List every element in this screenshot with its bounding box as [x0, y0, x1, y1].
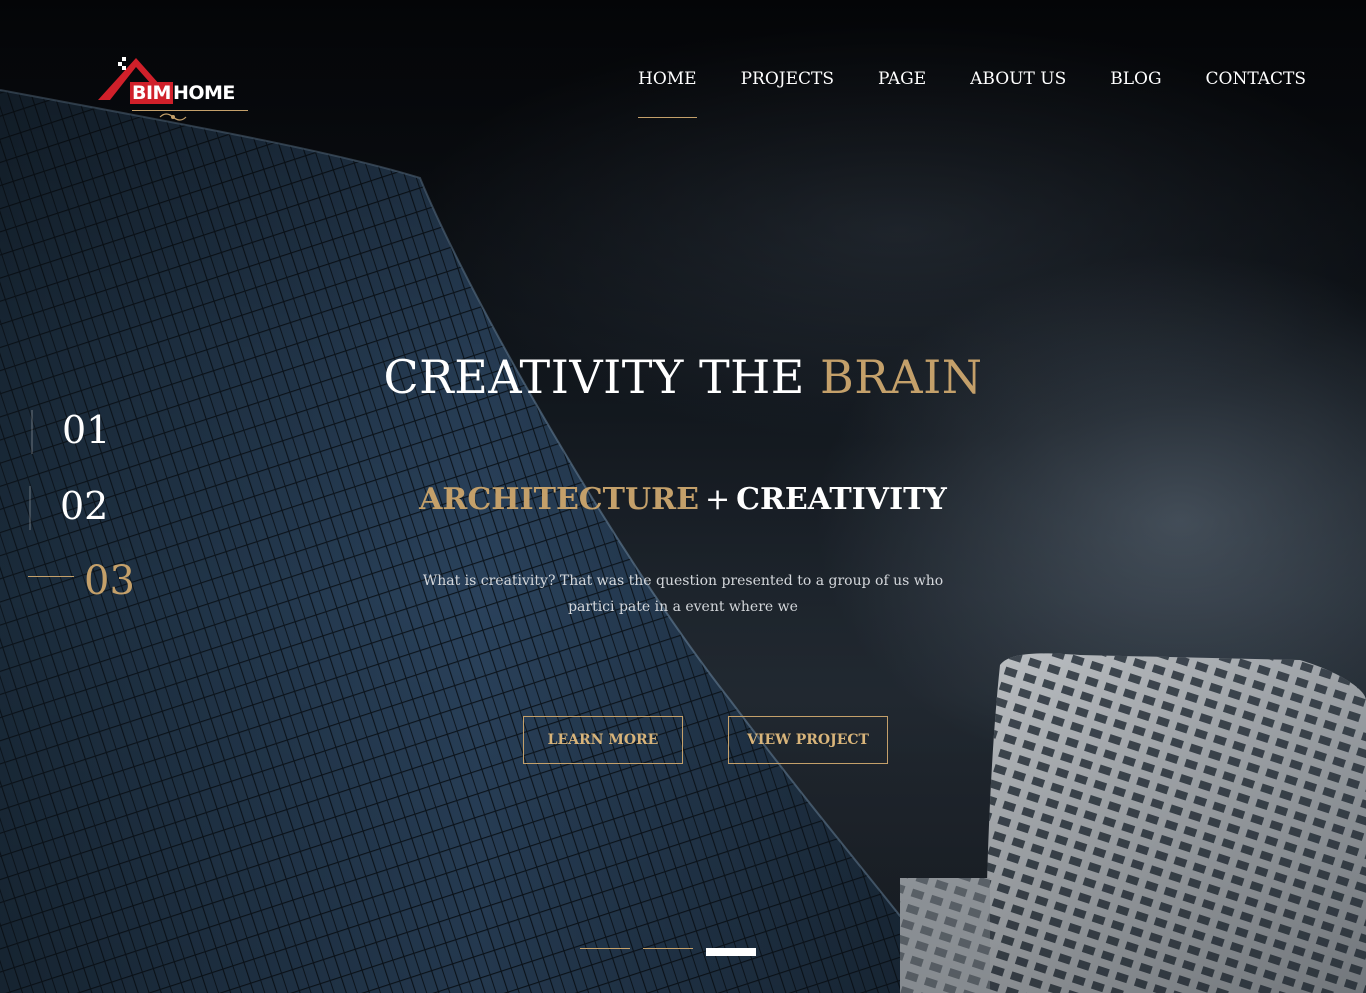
hero-title: CREATIVITY THE BRAIN: [0, 350, 1366, 404]
site-logo[interactable]: BIM HOME: [96, 54, 252, 126]
hero-subtitle: ARCHITECTURE + CREATIVITY: [0, 482, 1366, 517]
slide-number-label: 03: [84, 558, 135, 604]
logo-underline: [132, 110, 248, 111]
nav-page[interactable]: PAGE: [878, 66, 926, 118]
logo-wordmark: BIM HOME: [130, 82, 235, 104]
hero-description: What is creativity? That was the questio…: [422, 573, 944, 615]
slider-pagination-dot-3-active[interactable]: [706, 948, 756, 956]
nav-projects[interactable]: PROJECTS: [741, 66, 834, 118]
slider-pagination-dot-2[interactable]: [643, 948, 693, 949]
slider-pagination-dot-1[interactable]: [580, 948, 630, 949]
active-slide-dash: [28, 576, 74, 577]
hero-subtitle-accent: ARCHITECTURE: [419, 482, 699, 517]
main-navigation: HOME PROJECTS PAGE ABOUT US BLOG CONTACT…: [616, 66, 1328, 118]
nav-blog[interactable]: BLOG: [1110, 66, 1161, 118]
slide-number-3-active[interactable]: 03: [28, 558, 135, 604]
view-project-button[interactable]: VIEW PROJECT: [728, 716, 888, 764]
logo-bim-text: BIM: [130, 82, 173, 104]
hero-subtitle-plus: +: [704, 482, 731, 517]
hero-title-accent: BRAIN: [819, 350, 983, 404]
slide-number-1[interactable]: 01: [31, 408, 111, 454]
hero-title-main: CREATIVITY THE: [383, 350, 820, 404]
learn-more-button[interactable]: LEARN MORE: [523, 716, 683, 764]
nav-home[interactable]: HOME: [638, 66, 697, 118]
nav-about-us[interactable]: ABOUT US: [970, 66, 1066, 118]
hero-subtitle-main: CREATIVITY: [736, 482, 947, 517]
slide-number-bar: [31, 410, 33, 454]
slide-number-label: 01: [62, 408, 111, 452]
logo-home-text: HOME: [172, 82, 235, 104]
ornament-icon: [159, 113, 187, 121]
nav-contacts[interactable]: CONTACTS: [1206, 66, 1307, 118]
